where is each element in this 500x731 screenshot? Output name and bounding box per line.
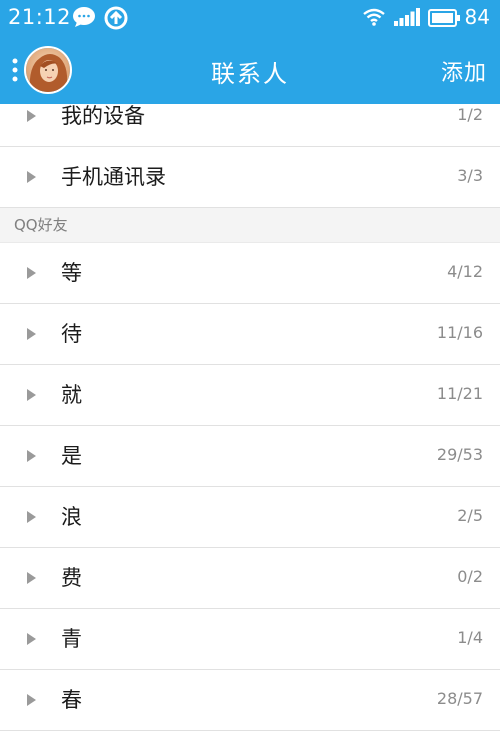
group-row[interactable]: 青 1/4 — [0, 609, 500, 670]
group-count: 28/57 — [436, 689, 483, 708]
group-row[interactable]: 待 11/16 — [0, 304, 500, 365]
title-bar: 联系人 添加 — [0, 36, 500, 104]
status-bar: 21:12 84 — [0, 0, 500, 36]
group-count: 11/21 — [436, 384, 483, 403]
expand-arrow-icon — [27, 389, 36, 401]
group-label: 春 — [61, 688, 82, 712]
expand-arrow-icon — [27, 171, 36, 183]
group-row[interactable]: 就 11/21 — [0, 365, 500, 426]
group-count: 1/2 — [457, 105, 483, 124]
chat-bubble-icon — [72, 6, 96, 32]
group-label: 就 — [61, 383, 82, 407]
group-count: 3/3 — [457, 166, 483, 185]
group-label: 青 — [61, 627, 82, 651]
expand-arrow-icon — [27, 633, 36, 645]
group-label: 是 — [61, 444, 82, 468]
group-label: 待 — [61, 322, 82, 346]
group-row-phone-contacts[interactable]: 手机通讯录 3/3 — [0, 147, 500, 208]
group-row[interactable]: 春 28/57 — [0, 670, 500, 731]
group-label: 费 — [61, 566, 82, 590]
group-count: 11/16 — [436, 323, 483, 342]
group-count: 1/4 — [457, 628, 483, 647]
group-label: 我的设备 — [61, 104, 145, 128]
app-header: 21:12 84 联系人 添加 — [0, 0, 500, 104]
expand-arrow-icon — [27, 267, 36, 279]
group-label: 浪 — [61, 505, 82, 529]
group-label: 手机通讯录 — [61, 165, 166, 189]
section-header-qq-friends: QQ好友 — [0, 208, 500, 243]
group-row[interactable]: 费 0/2 — [0, 548, 500, 609]
battery-level: 84 — [464, 5, 490, 29]
group-row[interactable]: 等 4/12 — [0, 243, 500, 304]
group-count: 0/2 — [457, 567, 483, 586]
group-label: 等 — [61, 261, 82, 285]
group-count: 29/53 — [436, 445, 483, 464]
page-title: 联系人 — [211, 60, 289, 88]
expand-arrow-icon — [27, 110, 36, 122]
expand-arrow-icon — [27, 511, 36, 523]
expand-arrow-icon — [27, 450, 36, 462]
group-row[interactable]: 浪 2/5 — [0, 487, 500, 548]
battery-icon — [428, 9, 460, 31]
contact-group-list: 我的设备 1/2 手机通讯录 3/3 QQ好友 等 4/12 待 11/16 就… — [0, 86, 500, 731]
wifi-icon — [362, 8, 386, 30]
group-count: 2/5 — [457, 506, 483, 525]
expand-arrow-icon — [27, 694, 36, 706]
sync-icon — [104, 6, 128, 34]
status-time: 21:12 — [8, 5, 72, 29]
add-button[interactable]: 添加 — [441, 55, 487, 87]
group-row[interactable]: 是 29/53 — [0, 426, 500, 487]
expand-arrow-icon — [27, 328, 36, 340]
expand-arrow-icon — [27, 572, 36, 584]
group-count: 4/12 — [447, 262, 483, 281]
signal-icon — [394, 8, 420, 30]
